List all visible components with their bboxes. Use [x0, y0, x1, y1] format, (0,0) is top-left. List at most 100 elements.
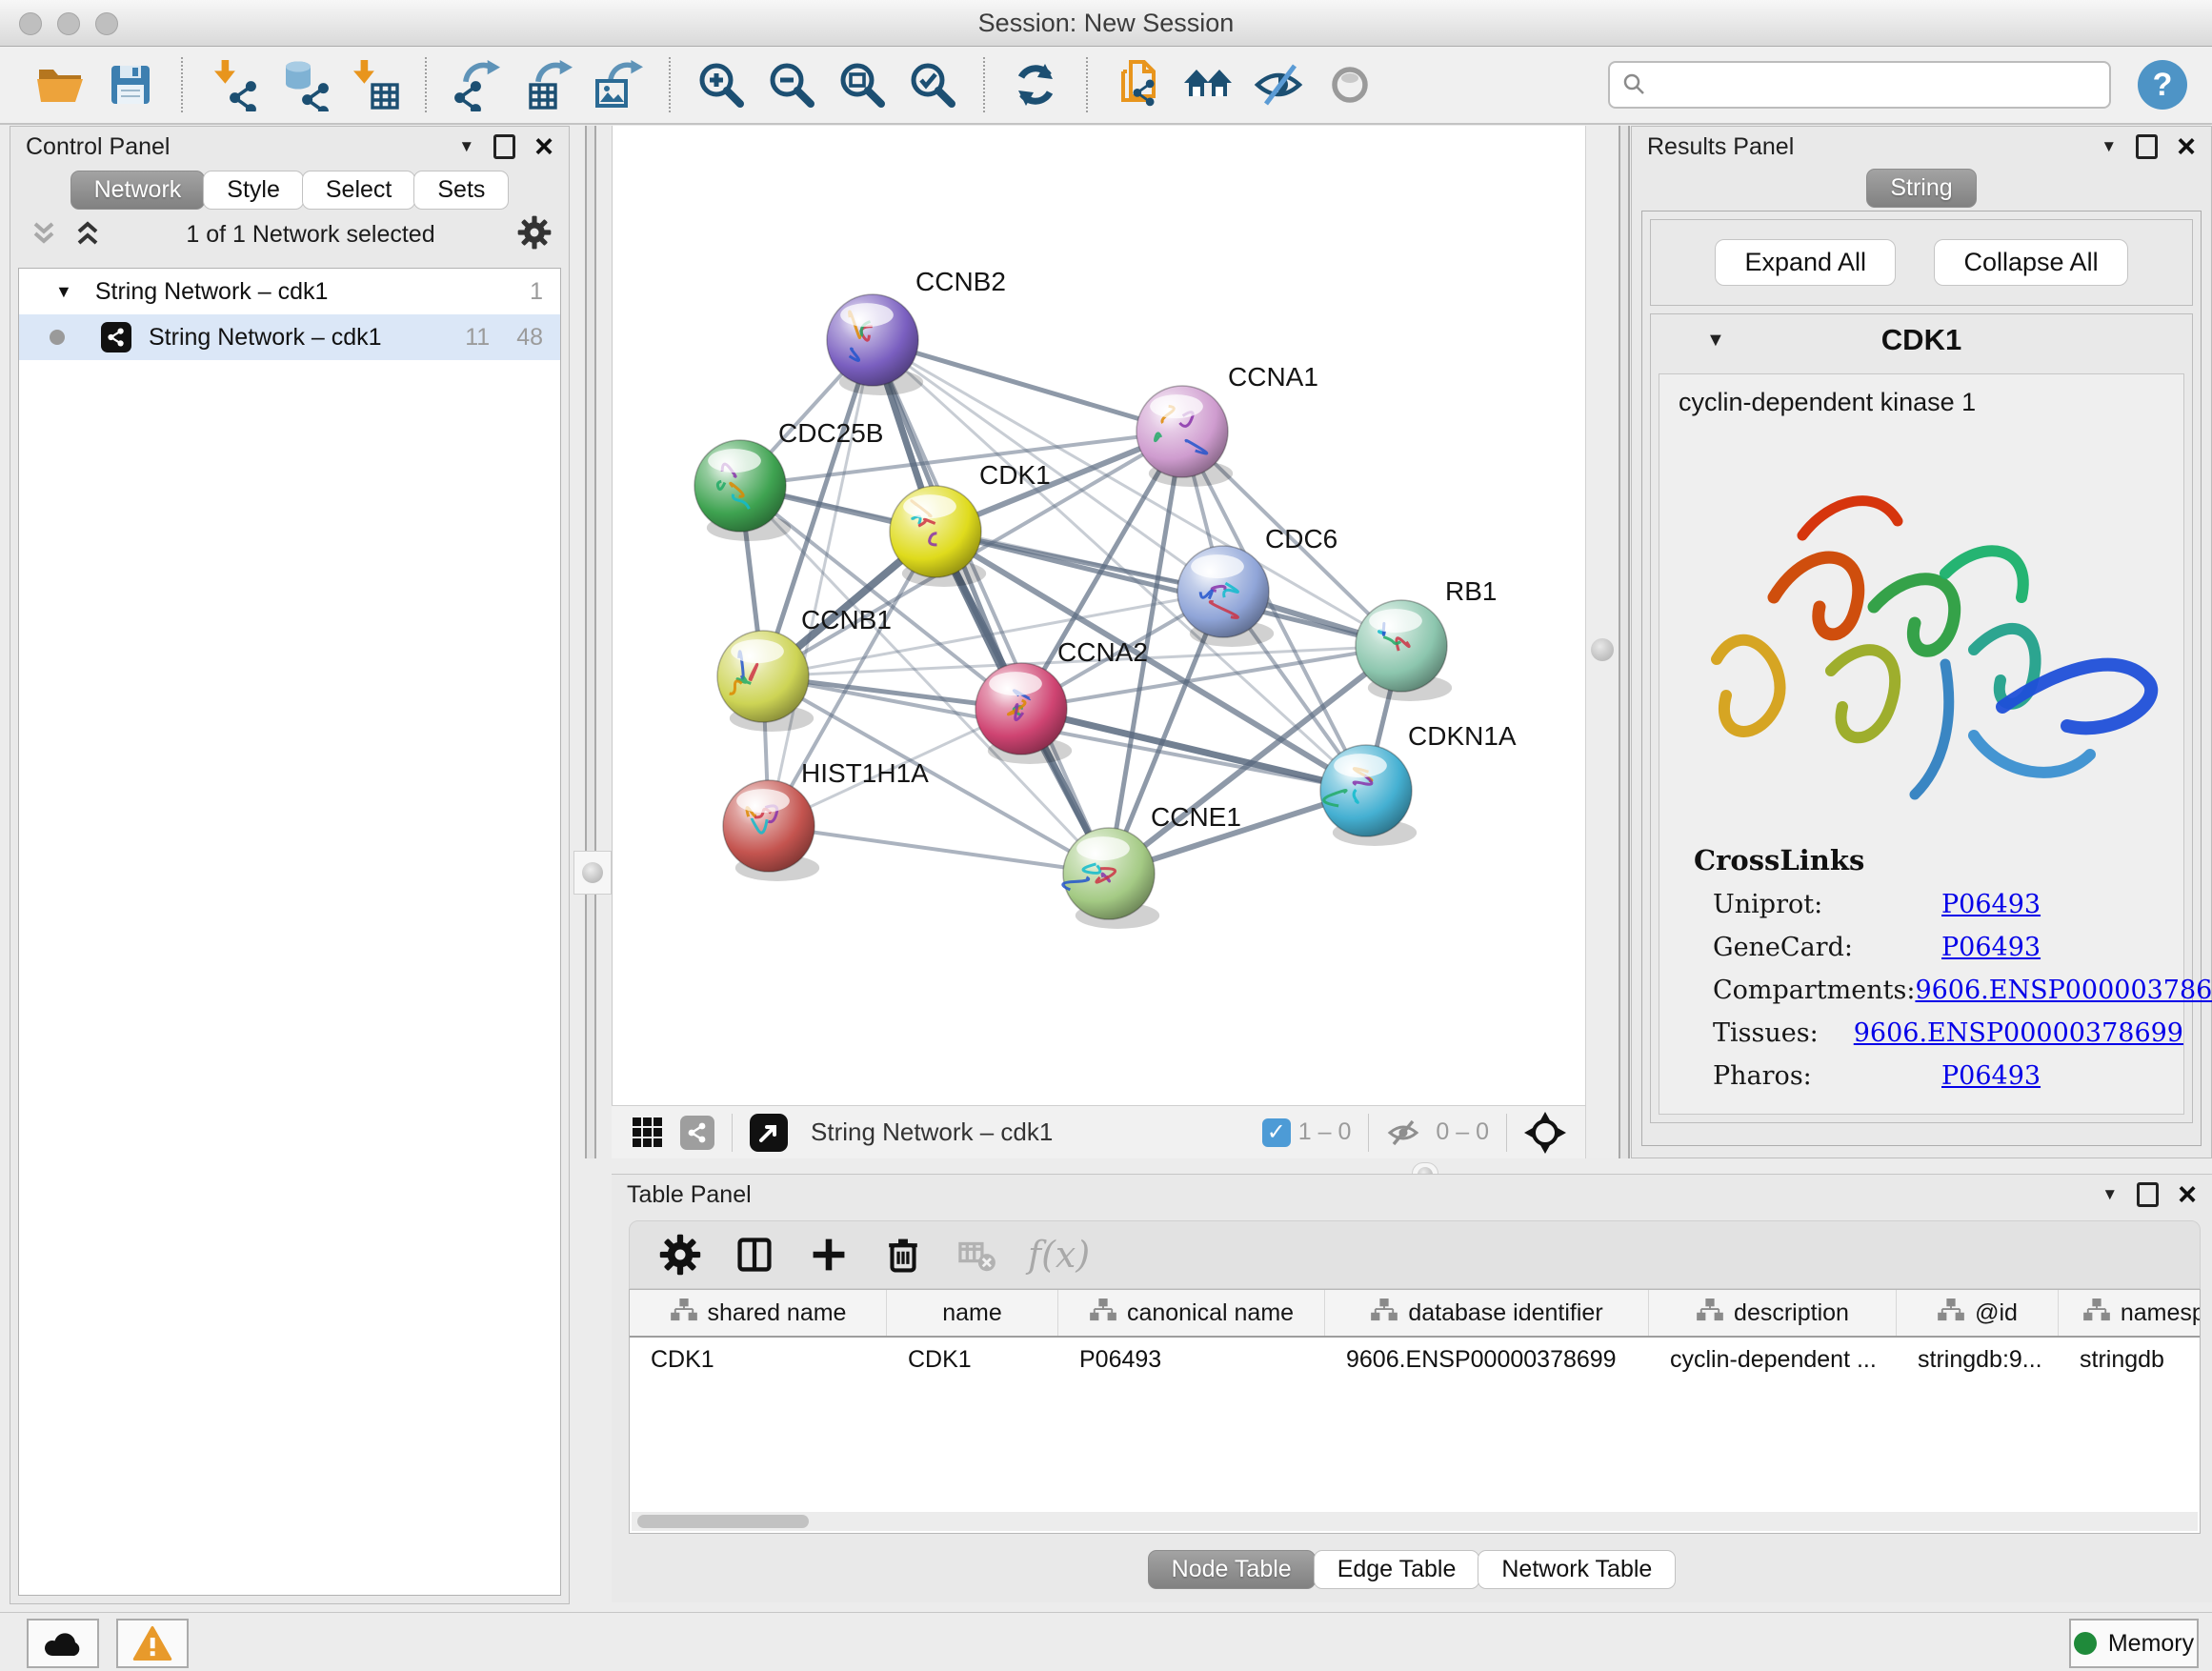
- canvas-scrollbar[interactable]: [1585, 126, 1619, 1158]
- zoom-in-icon[interactable]: [692, 55, 751, 114]
- show-columns-icon[interactable]: [727, 1227, 782, 1282]
- column-header-shared-name[interactable]: shared name: [630, 1290, 887, 1336]
- table-settings-gear-icon[interactable]: [653, 1227, 708, 1282]
- expand-all-button[interactable]: Expand All: [1715, 239, 1896, 286]
- panel-menu-icon[interactable]: ▼: [2101, 137, 2117, 156]
- table-cell[interactable]: CDK1: [887, 1338, 1058, 1381]
- table-hscrollbar[interactable]: [632, 1512, 2198, 1531]
- network-view[interactable]: CCNB2CCNA1CDC25BCDK1CDC6RB1CCNB1CCNA2CDK…: [612, 126, 1585, 1105]
- gene-section-header[interactable]: ▼ CDK1: [1651, 314, 2192, 366]
- preview-sphere-icon[interactable]: [1320, 55, 1379, 114]
- panel-menu-icon[interactable]: ▼: [2101, 1185, 2118, 1204]
- tab-style[interactable]: Style: [203, 171, 304, 210]
- network-row[interactable]: String Network – cdk1 11 48: [19, 314, 560, 360]
- selected-checkbox-icon[interactable]: ✓: [1262, 1118, 1291, 1147]
- collapse-gene-icon[interactable]: ▼: [1706, 330, 1725, 352]
- panel-menu-icon[interactable]: ▼: [458, 137, 474, 156]
- node-CCNB1[interactable]: CCNB1: [717, 605, 892, 722]
- collection-expand-icon[interactable]: ▼: [55, 282, 72, 302]
- canvas-scrollbar-knob[interactable]: [1591, 638, 1614, 661]
- import-database-icon[interactable]: [274, 55, 333, 114]
- crosslink-link[interactable]: 9606.ENSP00000378699: [1854, 1018, 2183, 1048]
- table-cell[interactable]: CDK1: [630, 1338, 887, 1381]
- node-CDKN1A[interactable]: CDKN1A: [1320, 721, 1517, 836]
- crosslink-link[interactable]: 9606.ENSP00000378699: [1915, 976, 2212, 1005]
- table-cell[interactable]: 9606.ENSP00000378699: [1325, 1338, 1649, 1381]
- table-cell[interactable]: stringdb:9...: [1897, 1338, 2059, 1381]
- column-header-@id[interactable]: @id: [1897, 1290, 2059, 1336]
- node-CDK1[interactable]: CDK1: [890, 460, 1051, 577]
- tab-node-table[interactable]: Node Table: [1148, 1550, 1316, 1589]
- crosslink-link[interactable]: P06493: [1941, 890, 2041, 919]
- right-splitter[interactable]: [1619, 126, 1630, 1158]
- export-network-icon[interactable]: [448, 55, 507, 114]
- search-box[interactable]: [1608, 61, 2111, 109]
- expand-all-icon[interactable]: [71, 220, 104, 249]
- import-network-icon[interactable]: [204, 55, 263, 114]
- collapse-all-button[interactable]: Collapse All: [1934, 239, 2127, 286]
- cloud-status-button[interactable]: [27, 1619, 99, 1668]
- table-row[interactable]: CDK1CDK1P064939606.ENSP00000378699cyclin…: [630, 1338, 2200, 1381]
- tab-network[interactable]: Network: [70, 171, 206, 210]
- edge-CCNB2-CCNE1[interactable]: [873, 340, 1109, 874]
- table-cell[interactable]: stringdb: [2059, 1338, 2201, 1381]
- open-file-icon[interactable]: [30, 55, 90, 114]
- save-session-icon[interactable]: [101, 55, 160, 114]
- panel-float-icon[interactable]: [2137, 1182, 2159, 1207]
- table-cell[interactable]: P06493: [1058, 1338, 1325, 1381]
- panel-float-icon[interactable]: [2136, 134, 2158, 159]
- crosslink-link[interactable]: P06493: [1941, 933, 2041, 962]
- zoom-selected-icon[interactable]: [903, 55, 962, 114]
- birdseye-view-icon[interactable]: [750, 1114, 788, 1152]
- tab-edge-table[interactable]: Edge Table: [1314, 1550, 1480, 1589]
- memory-button[interactable]: Memory: [2069, 1619, 2199, 1668]
- add-column-icon[interactable]: [801, 1227, 856, 1282]
- shared-column-tree-icon: [1937, 1299, 1965, 1328]
- table-cell[interactable]: cyclin-dependent ...: [1649, 1338, 1897, 1381]
- export-table-icon[interactable]: [518, 55, 577, 114]
- node-HIST1H1A[interactable]: HIST1H1A: [723, 758, 929, 872]
- export-image-icon[interactable]: [589, 55, 648, 114]
- collapse-all-icon[interactable]: [28, 220, 60, 249]
- string-document-icon[interactable]: [1109, 55, 1168, 114]
- hidden-eye-icon[interactable]: [1386, 1117, 1420, 1148]
- string-hide-icon[interactable]: [1250, 55, 1309, 114]
- network-collection-row[interactable]: ▼ String Network – cdk1 1: [19, 269, 560, 314]
- zoom-fit-icon[interactable]: [833, 55, 892, 114]
- node-RB1[interactable]: RB1: [1356, 576, 1497, 692]
- grid-view-icon[interactable]: [631, 1116, 665, 1150]
- left-splitter-knob[interactable]: [573, 851, 612, 895]
- node-CCNB2[interactable]: CCNB2: [827, 267, 1006, 386]
- column-header-namespace[interactable]: namespace: [2059, 1290, 2201, 1336]
- import-table-icon[interactable]: [345, 55, 404, 114]
- refresh-icon[interactable]: [1006, 55, 1065, 114]
- tab-sets[interactable]: Sets: [413, 171, 509, 210]
- string-home-icon[interactable]: [1179, 55, 1238, 114]
- edge-CCNE1-HIST1H1A[interactable]: [769, 826, 1109, 874]
- panel-close-icon[interactable]: ×: [534, 137, 553, 156]
- tab-network-table[interactable]: Network Table: [1478, 1550, 1676, 1589]
- tab-select[interactable]: Select: [302, 171, 415, 210]
- warnings-button[interactable]: [116, 1619, 189, 1668]
- table-hscrollbar-thumb[interactable]: [637, 1515, 809, 1528]
- network-view-icon[interactable]: [680, 1116, 714, 1150]
- column-header-canonical-name[interactable]: canonical name: [1058, 1290, 1325, 1336]
- node-CCNE1[interactable]: CCNE1: [1063, 802, 1241, 919]
- search-input[interactable]: [1648, 70, 2098, 99]
- crosslink-link[interactable]: P06493: [1941, 1061, 2041, 1091]
- edge-CCNB2-HIST1H1A[interactable]: [769, 340, 873, 826]
- column-header-description[interactable]: description: [1649, 1290, 1897, 1336]
- delete-column-icon[interactable]: [875, 1227, 931, 1282]
- gear-icon[interactable]: [517, 215, 552, 254]
- zoom-out-icon[interactable]: [762, 55, 821, 114]
- node-CCNA1[interactable]: CCNA1: [1136, 362, 1318, 477]
- fit-selection-crosshair-icon[interactable]: [1524, 1112, 1566, 1154]
- panel-close-icon[interactable]: ×: [2178, 1185, 2197, 1204]
- panel-close-icon[interactable]: ×: [2177, 137, 2196, 156]
- panel-float-icon[interactable]: [493, 134, 515, 159]
- tab-string[interactable]: String: [1866, 169, 1976, 208]
- column-header-name[interactable]: name: [887, 1290, 1058, 1336]
- column-header-database-identifier[interactable]: database identifier: [1325, 1290, 1649, 1336]
- help-icon[interactable]: ?: [2138, 60, 2187, 110]
- left-splitter[interactable]: [585, 126, 596, 1158]
